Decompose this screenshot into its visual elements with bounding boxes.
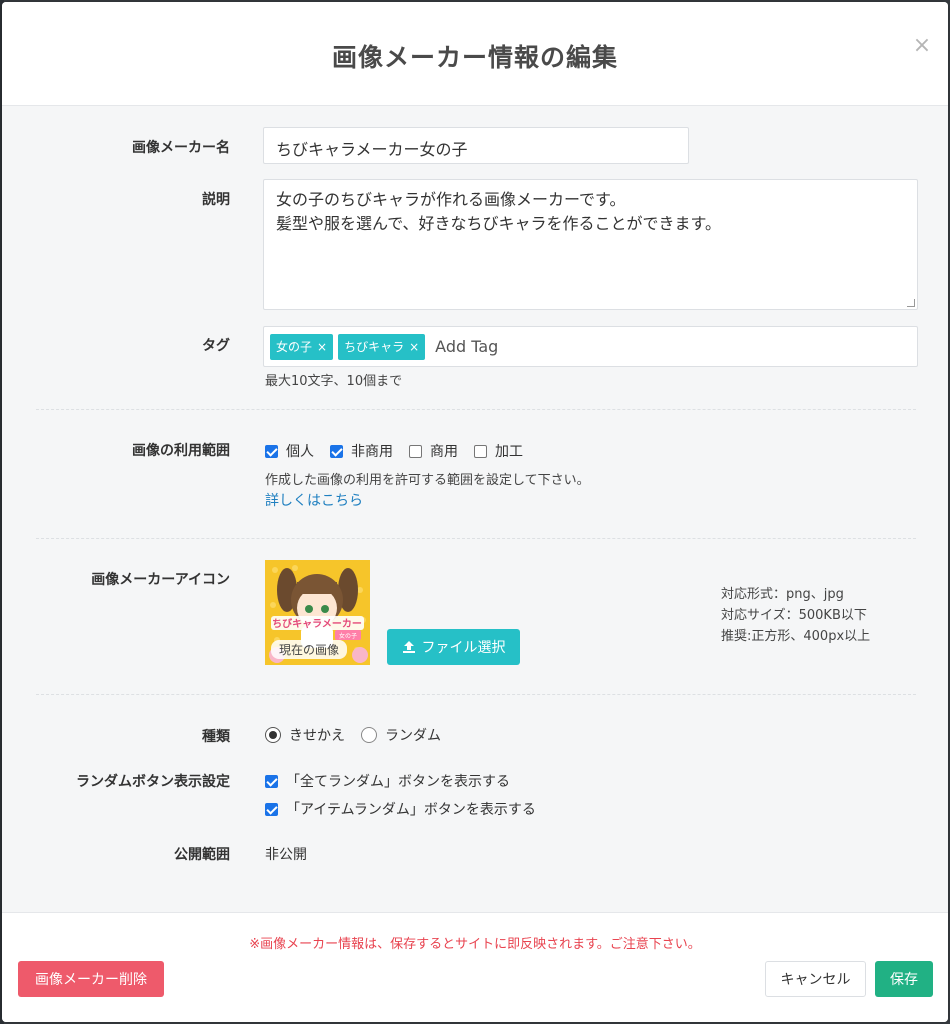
- modal-header: 画像メーカー情報の編集 ×: [2, 2, 948, 106]
- usage-option-commercial[interactable]: 商用: [409, 441, 458, 461]
- file-select-label: ファイル選択: [421, 640, 506, 656]
- edit-maker-modal: 画像メーカー情報の編集 × 画像メーカー名 ちびキャラメーカー女の子 説明 女の…: [2, 2, 948, 1022]
- tags-help: 最大10文字、10個まで: [265, 374, 403, 389]
- random-item-option[interactable]: 「アイテムランダム」ボタンを表示する: [265, 799, 536, 819]
- type-options: きせかえ ランダム: [265, 725, 457, 745]
- modal-title: 画像メーカー情報の編集: [331, 43, 618, 72]
- usage-option-personal[interactable]: 個人: [265, 441, 314, 461]
- visibility-label: 公開範囲: [174, 847, 230, 863]
- random-all-option[interactable]: 「全てランダム」ボタンを表示する: [265, 771, 510, 791]
- type-option-label: きせかえ: [289, 728, 345, 744]
- random-item-label: 「アイテムランダム」ボタンを表示する: [286, 802, 536, 818]
- usage-option-label: 加工: [495, 444, 523, 460]
- radio-selected-icon[interactable]: [265, 727, 281, 743]
- tag-input[interactable]: 女の子 × ちびキャラ × Add Tag: [263, 326, 918, 367]
- upload-icon: [402, 641, 415, 653]
- random-all-label: 「全てランダム」ボタンを表示する: [286, 774, 510, 790]
- usage-label: 画像の利用範囲: [132, 443, 230, 459]
- save-button[interactable]: 保存: [875, 961, 933, 997]
- current-image-caption: 現在の画像: [271, 640, 348, 659]
- section-divider: [36, 409, 916, 410]
- radio-icon[interactable]: [361, 727, 377, 743]
- tag-remove-icon[interactable]: ×: [409, 334, 419, 360]
- checkbox-icon[interactable]: [474, 444, 487, 458]
- type-option-label: ランダム: [385, 728, 441, 744]
- tag-chibi: ちびキャラ ×: [338, 333, 426, 360]
- usage-option-noncommercial[interactable]: 非商用: [330, 441, 393, 461]
- tag-label: ちびキャラ: [344, 339, 405, 354]
- usage-details-link[interactable]: 詳しくはこちら: [265, 490, 363, 510]
- tag-label: 女の子: [276, 339, 313, 354]
- type-label: 種類: [202, 729, 230, 745]
- tag-remove-icon[interactable]: ×: [317, 334, 327, 360]
- current-icon-image: ちびキャラメーカー 女の子 現在の画像: [265, 560, 370, 665]
- section-divider: [36, 538, 916, 539]
- usage-options: 個人 非商用 商用 加工: [265, 441, 539, 461]
- checkbox-checked-icon[interactable]: [330, 444, 343, 458]
- add-tag-placeholder[interactable]: Add Tag: [435, 337, 498, 356]
- cancel-button[interactable]: キャンセル: [765, 961, 866, 997]
- maker-name-label: 画像メーカー名: [132, 140, 230, 156]
- checkbox-icon[interactable]: [409, 444, 422, 458]
- checkbox-checked-icon[interactable]: [265, 444, 278, 458]
- tag-girl: 女の子 ×: [270, 333, 334, 360]
- usage-option-label: 商用: [430, 444, 458, 460]
- section-divider: [36, 694, 916, 695]
- close-icon[interactable]: ×: [910, 32, 934, 60]
- checkbox-checked-icon[interactable]: [265, 802, 278, 816]
- type-option-random[interactable]: ランダム: [361, 725, 441, 745]
- tags-label: タグ: [202, 338, 230, 354]
- usage-help: 作成した画像の利用を許可する範囲を設定して下さい。: [265, 473, 590, 488]
- type-option-dressup[interactable]: きせかえ: [265, 725, 345, 745]
- checkbox-checked-icon[interactable]: [265, 774, 278, 788]
- description-label: 説明: [202, 192, 230, 208]
- description-line-1: 女の子のちびキャラが作れる画像メーカーです。: [276, 190, 626, 209]
- thumb-title: ちびキャラメーカー: [272, 617, 362, 630]
- icon-spec-recommend: 推奨:正方形、400px以上: [721, 629, 871, 644]
- maker-name-input[interactable]: ちびキャラメーカー女の子: [263, 127, 689, 164]
- delete-maker-button[interactable]: 画像メーカー削除: [18, 961, 164, 997]
- description-line-2: 髪型や服を選んで、好きなちびキャラを作ることができます。: [276, 214, 721, 233]
- visibility-value: 非公開: [265, 847, 307, 863]
- resize-handle-icon[interactable]: [907, 299, 915, 307]
- description-textarea[interactable]: 女の子のちびキャラが作れる画像メーカーです。 髪型や服を選んで、好きなちびキャラ…: [263, 179, 918, 310]
- usage-option-label: 個人: [286, 444, 314, 460]
- usage-option-edit[interactable]: 加工: [474, 441, 523, 461]
- icon-spec-format: 対応形式：png、jpg: [721, 587, 844, 602]
- thumb-badge: 女の子: [339, 632, 357, 640]
- usage-option-label: 非商用: [351, 444, 393, 460]
- file-select-button[interactable]: ファイル選択: [387, 629, 520, 665]
- save-warning: ※画像メーカー情報は、保存するとサイトに即反映されます。ご注意下さい。: [249, 937, 701, 952]
- icon-spec-size: 対応サイズ：500KB以下: [721, 608, 867, 623]
- modal-footer: ※画像メーカー情報は、保存するとサイトに即反映されます。ご注意下さい。 画像メー…: [2, 912, 948, 1022]
- icon-label: 画像メーカーアイコン: [91, 572, 230, 588]
- random-buttons-label: ランダムボタン表示設定: [76, 774, 230, 790]
